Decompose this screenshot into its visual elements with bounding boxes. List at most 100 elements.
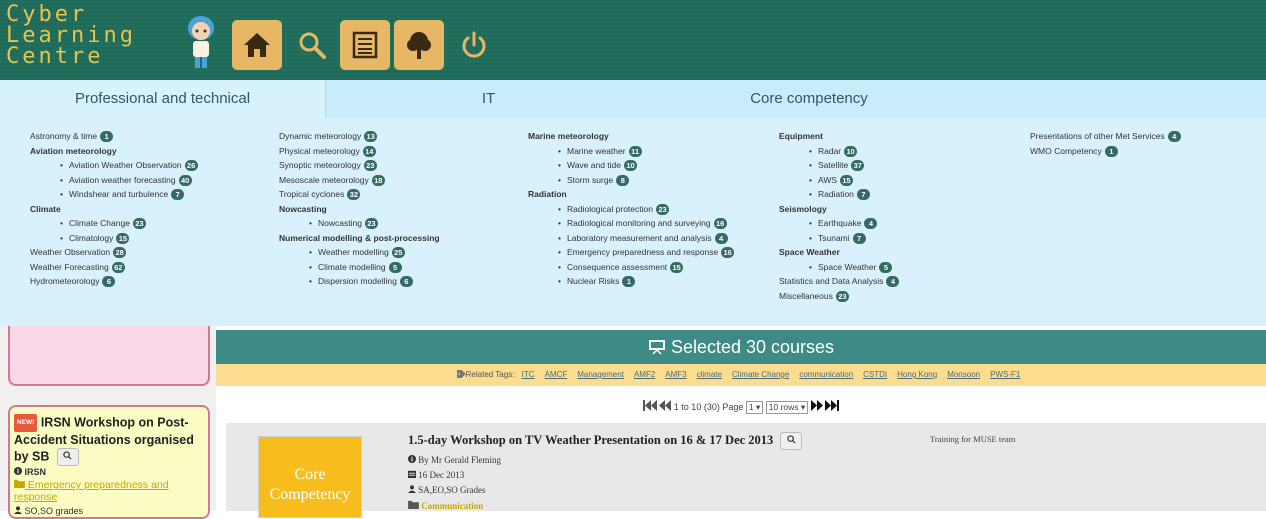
category-item[interactable]: Dispersion modelling6 [279,274,440,289]
category-label: Radiological protection [566,203,653,214]
category-label: Miscellaneous [779,290,833,301]
related-tags-list: ITC AMCF Management AMF2 AMF3 climate Climate … [517,370,1026,379]
tree-button[interactable] [394,20,444,70]
category-count-badge: 28 [113,247,127,259]
category-item[interactable]: Mesoscale meteorology 18 [279,173,440,188]
news-title[interactable]: IRSN Workshop on Post-Accident Situation… [14,415,194,463]
course-title[interactable]: 1.5-day Workshop on TV Weather Presentat… [408,433,773,447]
category-item[interactable]: Radiological protection23 [528,202,734,217]
next-page-icon[interactable] [810,400,823,411]
related-tag-link[interactable]: PWS-F1 [990,370,1020,379]
related-tag-link[interactable]: CSTDI [863,370,887,379]
category-item[interactable]: Emergency preparedness and response16 [528,245,735,260]
last-page-icon[interactable] [825,400,840,411]
category-count-badge: 11 [628,145,642,157]
course-zoom-button[interactable] [780,432,803,450]
news-card[interactable]: NEW! IRSN Workshop on Post-Accident Situ… [8,405,210,519]
tab-professional-technical[interactable]: Professional and technical [0,80,326,118]
category-item[interactable]: Hydrometeorology 6 [30,274,198,289]
logout-button[interactable] [452,20,496,70]
category-item[interactable]: Weather Forecasting 62 [30,260,198,275]
tab-it[interactable]: IT [326,80,651,118]
category-label: Nuclear Risks [566,276,620,286]
home-button[interactable] [232,20,282,70]
category-heading: Equipment [779,129,899,144]
related-tag-link[interactable]: Climate Change [732,370,789,379]
related-tag-link[interactable]: ITC [522,370,535,379]
search-button[interactable] [290,20,334,70]
category-item[interactable]: Astronomy & time 1 [30,129,198,144]
course-by-label: By Mr Gerald Fleming [418,455,501,465]
prev-page-icon[interactable] [659,400,672,411]
calendar-icon [408,470,416,478]
category-item[interactable]: Physical meteorology 14 [279,144,440,159]
category-item[interactable]: Marine weather11 [528,144,734,159]
related-tag-link[interactable]: AMCF [545,370,568,379]
home-icon [244,33,270,57]
category-item[interactable]: Earthquake4 [779,216,899,231]
rows-select[interactable]: 10 rows ▾ [765,401,809,414]
zoom-button[interactable] [56,448,79,466]
category-item[interactable]: WMO Competency 1 [1030,144,1181,159]
category-label: Nowcasting [317,218,362,228]
category-item[interactable]: Tropical cyclones 32 [279,187,440,202]
category-item[interactable]: Synoptic meteorology 23 [279,158,440,173]
related-tag-link[interactable]: climate [697,370,722,379]
category-item[interactable]: Wave and tide10 [528,158,734,173]
category-count-badge: 10 [844,145,858,157]
category-heading: Marine meteorology [528,129,734,144]
category-label: Consequence assessment [566,261,668,272]
related-tag-link[interactable]: Monsoon [947,370,980,379]
category-item[interactable]: Radar10 [779,144,899,159]
first-page-icon[interactable] [642,400,657,411]
category-item[interactable]: AWS15 [779,173,899,188]
category-count-badge: 23 [835,290,849,302]
category-label: Weather Forecasting [30,261,109,272]
category-item[interactable]: Satellite37 [779,158,899,173]
related-tag-link[interactable]: AMF2 [634,370,655,379]
category-item[interactable]: Tsunami7 [779,231,899,246]
category-label: Climate modelling [317,261,386,272]
badge-line-1: Core [294,466,326,483]
category-item[interactable]: Aviation Weather Observation26 [30,158,198,173]
category-column-1: Astronomy & time1Aviation meteorologyAvi… [30,129,198,289]
category-item[interactable]: Windshear and turbulence7 [30,187,198,202]
category-count-badge: 7 [852,232,866,244]
course-date: 16 Dec 2013 [408,470,464,480]
category-item[interactable]: Nowcasting23 [279,216,440,231]
category-item[interactable]: Climate Change23 [30,216,198,231]
related-tag-link[interactable]: communication [799,370,853,379]
category-item[interactable]: Miscellaneous 23 [779,289,899,304]
list-button[interactable] [340,20,390,70]
category-item[interactable]: Weather modelling25 [279,245,440,260]
category-item[interactable]: Statistics and Data Analysis 4 [779,274,900,289]
category-item[interactable]: Storm surge8 [528,173,734,188]
related-tag-link[interactable]: Hong Kong [897,370,937,379]
tab-core-competency[interactable]: Core competency [651,80,967,118]
course-category-link[interactable]: Communication [408,500,483,511]
category-item[interactable]: Presentations of other Met Services 4 [1030,129,1181,144]
list-icon [352,31,378,59]
category-item[interactable]: Climate modelling5 [279,260,440,275]
category-item[interactable]: Nuclear Risks1 [528,274,734,289]
category-item[interactable]: Climatology15 [30,231,198,246]
news-category-link[interactable]: Emergency preparedness and response [14,479,204,503]
core-competency-badge[interactable]: Core Competency [258,436,362,518]
related-tag-link[interactable]: AMF3 [665,370,686,379]
category-item[interactable]: Space Weather5 [779,260,899,275]
category-item[interactable]: Radiological monitoring and surveying16 [528,216,734,231]
category-item[interactable]: Laboratory measurement and analysis4 [528,231,734,246]
category-item[interactable]: Weather Observation 28 [30,245,198,260]
related-tag-link[interactable]: Management [577,370,624,379]
site-logo[interactable]: Cyber Learning Centre [6,4,136,68]
page-select[interactable]: 1 ▾ [745,401,764,414]
category-count-badge: 62 [111,261,125,273]
news-org: IRSN [14,467,46,477]
category-item[interactable]: Radiation7 [779,187,899,202]
category-label: Radar [817,145,842,156]
category-item[interactable]: Aviation weather forecasting40 [30,173,198,188]
category-item[interactable]: Consequence assessment15 [528,260,734,275]
pager-range: 1 to 10 (30) [673,402,720,412]
category-label: Radiological monitoring and surveying [566,218,711,228]
category-item[interactable]: Dynamic meteorology 13 [279,129,440,144]
